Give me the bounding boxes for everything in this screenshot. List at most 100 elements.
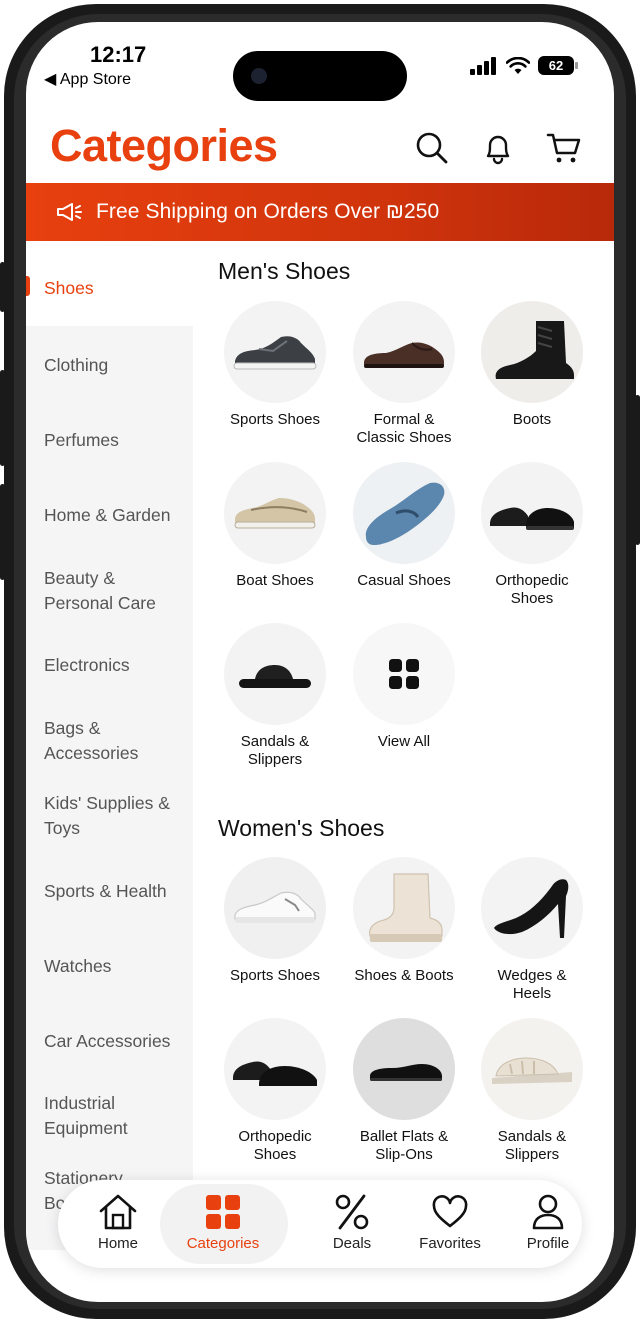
- ankle-boot-icon: [353, 857, 455, 959]
- formal-shoe-icon: [353, 301, 455, 403]
- sidebar-item-label: Home & Garden: [44, 505, 171, 525]
- app-screen: 12:17 ◀ App Store 62 Categories Free Shi…: [26, 22, 614, 1302]
- page-title: Categories: [50, 120, 278, 171]
- status-time: 12:17: [90, 42, 147, 67]
- percent-icon: [297, 1190, 407, 1234]
- tab-label: Profile: [526, 1235, 570, 1252]
- tab-label: Categories: [186, 1235, 260, 1252]
- category-tile[interactable]: Shoes & Boots: [341, 857, 467, 985]
- clog-icon: [224, 1018, 326, 1120]
- category-label: Sports Shoes: [229, 411, 321, 428]
- category-label: Boat Shoes: [236, 572, 314, 589]
- sidebar-item-car[interactable]: Car Accessories: [26, 1029, 193, 1054]
- category-label: Sandals & Slippers: [497, 1128, 567, 1163]
- sidebar-item-label: Watches: [44, 956, 112, 976]
- camera-icon: [251, 68, 267, 84]
- sidebar-item-label: Bags & Accessories: [44, 718, 139, 763]
- tab-profile[interactable]: Profile: [493, 1180, 603, 1268]
- category-tile[interactable]: Sandals & Slippers: [469, 1018, 595, 1164]
- sidebar-item-label: Beauty & Personal Care: [44, 568, 156, 613]
- promo-banner[interactable]: Free Shipping on Orders Over ₪250: [26, 183, 614, 241]
- category-label: Orthopedic Shoes: [495, 572, 569, 607]
- tab-label: Deals: [332, 1235, 372, 1252]
- sidebar-item-electronics[interactable]: Electronics: [26, 653, 193, 678]
- wifi-icon: [506, 56, 530, 74]
- sneaker-icon: [224, 857, 326, 959]
- tab-label: Favorites: [419, 1235, 481, 1252]
- category-tile[interactable]: Formal & Classic Shoes: [341, 301, 467, 447]
- category-tile[interactable]: Sports Shoes: [212, 857, 338, 985]
- category-label: Sports Shoes: [229, 967, 321, 984]
- category-tile[interactable]: Sports Shoes: [212, 301, 338, 429]
- tab-favorites[interactable]: Favorites: [395, 1180, 505, 1268]
- sidebar-item-label: Sports & Health: [44, 881, 167, 901]
- category-tile[interactable]: Orthopedic Shoes: [469, 462, 595, 608]
- sidebar-item-label: Industrial Equipment: [44, 1093, 128, 1138]
- cart-icon[interactable]: [544, 128, 584, 168]
- boat-shoe-icon: [224, 462, 326, 564]
- bell-icon[interactable]: [478, 128, 518, 168]
- category-label: Orthopedic Shoes: [238, 1128, 312, 1163]
- slide-icon: [481, 1018, 583, 1120]
- back-to-app-store-link[interactable]: ◀ App Store: [44, 69, 131, 89]
- loafer-icon: [353, 462, 455, 564]
- category-tile[interactable]: Sandals & Slippers: [212, 623, 338, 769]
- category-label: View All: [377, 733, 431, 750]
- sidebar-item-clothing[interactable]: Clothing: [26, 353, 193, 378]
- sidebar-item-label: Perfumes: [44, 430, 119, 450]
- battery-icon: 62: [538, 56, 578, 75]
- category-tile[interactable]: Casual Shoes: [341, 462, 467, 590]
- heel-icon: [481, 857, 583, 959]
- side-button-left-2: [0, 370, 5, 466]
- side-button-right: [635, 395, 640, 545]
- sidebar-item-bags[interactable]: Bags & Accessories: [26, 716, 193, 766]
- section-title-womens-shoes: Women's Shoes: [218, 815, 385, 841]
- category-label: Casual Shoes: [357, 572, 451, 589]
- view-all-tile[interactable]: View All: [341, 623, 467, 751]
- sidebar-item-label: Kids' Supplies & Toys: [44, 793, 170, 838]
- sidebar-item-label: Car Accessories: [44, 1031, 171, 1051]
- heart-icon: [395, 1190, 505, 1234]
- category-label: Sandals & Slippers: [240, 733, 310, 768]
- category-tile[interactable]: Wedges & Heels: [469, 857, 595, 1003]
- tab-home[interactable]: Home: [63, 1180, 173, 1268]
- megaphone-icon: [57, 203, 82, 221]
- boot-icon: [481, 301, 583, 403]
- category-tile[interactable]: Boat Shoes: [212, 462, 338, 590]
- category-label: Wedges & Heels: [497, 967, 567, 1002]
- clog-icon: [481, 462, 583, 564]
- category-sidebar: Shoes Clothing Perfumes Home & Garden Be…: [26, 250, 193, 1250]
- side-button-left-1: [0, 262, 5, 312]
- signal-icon: [470, 56, 496, 75]
- bottom-tab-bar: Home Categories Deals Favorites Profile: [58, 1180, 582, 1268]
- category-tile[interactable]: Orthopedic Shoes: [212, 1018, 338, 1164]
- category-label: Shoes & Boots: [354, 967, 454, 984]
- category-tile[interactable]: Boots: [469, 301, 595, 429]
- sports-shoe-icon: [224, 301, 326, 403]
- category-label: Ballet Flats & Slip-Ons: [359, 1128, 449, 1163]
- tab-categories[interactable]: Categories: [160, 1180, 288, 1268]
- status-icons: 62: [470, 56, 578, 75]
- home-icon: [63, 1190, 173, 1234]
- sidebar-item-beauty[interactable]: Beauty & Personal Care: [26, 566, 193, 616]
- tab-deals[interactable]: Deals: [297, 1180, 407, 1268]
- category-label: Formal & Classic Shoes: [356, 411, 452, 446]
- sidebar-item-sports-health[interactable]: Sports & Health: [26, 879, 193, 904]
- sidebar-item-industrial[interactable]: Industrial Equipment: [26, 1091, 193, 1141]
- person-icon: [493, 1190, 603, 1234]
- tab-label: Home: [97, 1235, 138, 1252]
- category-tile[interactable]: Ballet Flats & Slip-Ons: [341, 1018, 467, 1164]
- slide-icon: [224, 623, 326, 725]
- sidebar-item-watches[interactable]: Watches: [26, 954, 193, 979]
- sidebar-item-kids[interactable]: Kids' Supplies & Toys: [26, 791, 193, 841]
- section-title-mens-shoes: Men's Shoes: [218, 258, 351, 284]
- flat-icon: [353, 1018, 455, 1120]
- sidebar-item-label: Clothing: [44, 355, 109, 375]
- side-button-left-3: [0, 484, 5, 580]
- sidebar-item-home-garden[interactable]: Home & Garden: [26, 503, 193, 528]
- search-icon[interactable]: [412, 128, 452, 168]
- promo-text: Free Shipping on Orders Over ₪250: [96, 200, 440, 223]
- sidebar-item-shoes[interactable]: Shoes: [26, 250, 193, 326]
- sidebar-item-perfumes[interactable]: Perfumes: [26, 428, 193, 453]
- dynamic-island: [233, 51, 407, 101]
